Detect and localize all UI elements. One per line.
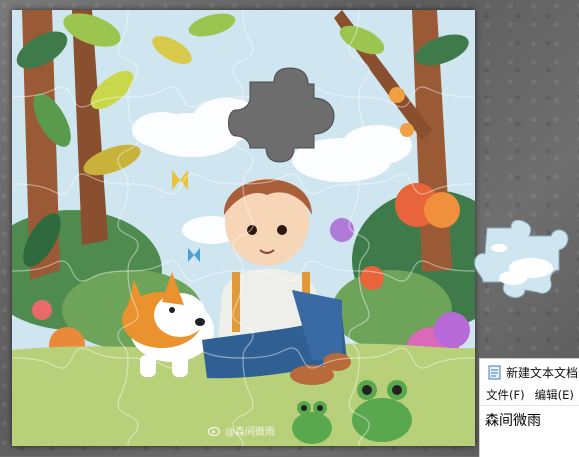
notepad-content: 森间微雨 [485,413,541,429]
jigsaw-board[interactable] [12,10,475,446]
notepad-title: 新建文本文档 [506,365,579,380]
notepad-titlebar[interactable]: 新建文本文档 [480,359,579,385]
loose-puzzle-piece[interactable] [473,220,571,300]
notepad-window[interactable]: 新建文本文档 文件(F) 编辑(E) 森间微雨 [479,358,579,457]
watermark: @森间微雨 [208,423,275,438]
notepad-menubar: 文件(F) 编辑(E) [480,385,579,405]
notepad-icon [488,365,501,379]
menu-edit[interactable]: 编辑(E) [535,387,574,403]
weibo-icon [208,426,221,436]
watermark-text: @森间微雨 [225,427,275,438]
menu-file[interactable]: 文件(F) [486,387,525,403]
notepad-text-area[interactable]: 森间微雨 [480,405,579,430]
